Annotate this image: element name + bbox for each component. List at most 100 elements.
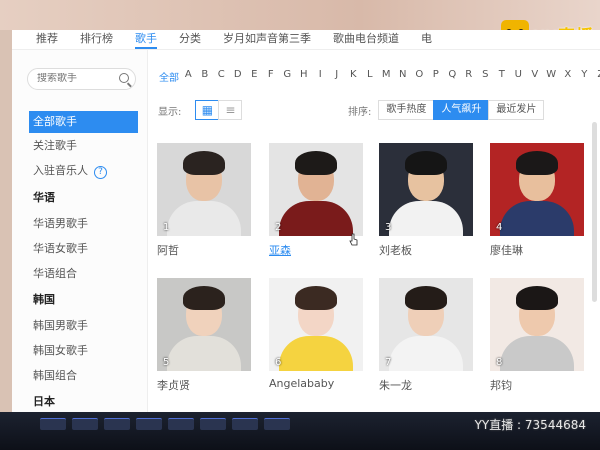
display-label: 显示: [158,106,182,118]
keyboard-key [200,418,226,430]
artist-photo[interactable]: 8 [490,278,584,371]
artist-card[interactable]: 8 邦钧 [490,278,584,393]
letter-filter-16[interactable]: P [428,69,445,84]
sidebar-label: 韩国女歌手 [33,344,88,357]
keyboard-key [72,418,98,430]
letter-filter-19[interactable]: S [477,69,494,84]
artist-photo[interactable]: 3 [379,143,473,236]
artist-card[interactable]: 1 阿哲 [157,143,251,258]
letter-filter-22[interactable]: V [527,69,544,84]
sidebar-item-10[interactable]: 韩国组合 [29,365,138,387]
letter-filter-6[interactable]: F [263,69,280,84]
sidebar-item-2[interactable]: 入驻音乐人? [29,160,138,182]
artist-card[interactable]: 5 李贞贤 [157,278,251,393]
letter-filter-10[interactable]: J [329,69,346,84]
letter-filter-18[interactable]: R [461,69,478,84]
letter-filter-15[interactable]: O [411,69,428,84]
sidebar-label: 韩国男歌手 [33,319,88,332]
artist-name[interactable]: 刘老板 [379,242,473,258]
rank-number: 2 [275,222,282,233]
rank-number: 8 [496,357,503,368]
letter-filter-14[interactable]: N [395,69,412,84]
tab-0[interactable]: 推荐 [36,30,58,49]
sidebar-item-8[interactable]: 韩国男歌手 [29,315,138,337]
artist-name[interactable]: 李贞贤 [157,377,251,393]
grid-view-icon[interactable]: ▦ [195,100,220,120]
help-icon[interactable]: ? [94,166,107,179]
keyboard-key [104,418,130,430]
artist-photo[interactable]: 1 [157,143,251,236]
tab-2[interactable]: 歌手 [135,30,157,49]
artist-card[interactable]: 3 刘老板 [379,143,473,258]
letter-filter-11[interactable]: K [345,69,362,84]
artist-name[interactable]: 朱一龙 [379,377,473,393]
letter-filter-9[interactable]: I [312,69,329,84]
search-input[interactable] [37,73,117,84]
room-id-text: YY直播 : 73544684 [474,418,586,432]
letter-filter-17[interactable]: Q [444,69,461,84]
tab-4[interactable]: 岁月如声音第三季 [223,30,311,49]
sidebar-label: 华语 [33,191,55,204]
artist-name[interactable]: 邦钧 [490,377,584,393]
tab-1[interactable]: 排行榜 [80,30,113,49]
keyboard-key [232,418,258,430]
letter-filter-4[interactable]: D [230,69,247,84]
sidebar-item-6[interactable]: 华语组合 [29,263,138,285]
photo-body [389,336,463,371]
artist-name[interactable]: 阿哲 [157,242,251,258]
artist-photo[interactable]: 2 [269,143,363,236]
sidebar-item-5[interactable]: 华语女歌手 [29,238,138,260]
photo-hair [183,286,225,310]
scrollbar[interactable] [592,122,597,302]
search-icon[interactable] [119,73,129,83]
sidebar-item-9[interactable]: 韩国女歌手 [29,340,138,362]
letter-filter-23[interactable]: W [543,69,560,84]
list-view-icon[interactable]: ≡ [218,100,243,120]
letter-filter-5[interactable]: E [246,69,263,84]
letter-filter-24[interactable]: X [560,69,577,84]
artist-card[interactable]: 6 Angelababy [269,278,363,390]
artist-name[interactable]: 廖佳琳 [490,242,584,258]
artist-photo[interactable]: 7 [379,278,473,371]
sidebar-item-1[interactable]: 关注歌手 [29,135,138,157]
rank-number: 7 [385,357,392,368]
letter-filter-8[interactable]: H [296,69,313,84]
letter-filter-0[interactable]: 全部 [158,69,180,84]
artist-name[interactable]: Angelababy [269,377,363,390]
music-app-window: 推荐 排行榜 歌手 分类 岁月如声音第三季 歌曲电台频道 电 全部歌手关注歌手入驻音乐人? 华… [12,30,600,436]
letter-filter-1[interactable]: A [180,69,197,84]
photo-hair [405,151,447,175]
letter-filter-21[interactable]: U [510,69,527,84]
rank-number: 6 [275,357,282,368]
artist-search[interactable] [27,68,136,90]
letter-filter-25[interactable]: Y [576,69,593,84]
sort-button-1[interactable]: 人气飙升 [433,100,490,120]
photo-hair [295,151,337,175]
letter-filter-2[interactable]: B [197,69,214,84]
letter-filter-13[interactable]: M [378,69,395,84]
photo-body [279,201,353,236]
photo-body [500,336,574,371]
letter-filter-20[interactable]: T [494,69,511,84]
sort-button-2[interactable]: 最近发片 [488,100,545,120]
artist-photo[interactable]: 6 [269,278,363,371]
letter-filter-12[interactable]: L [362,69,379,84]
sort-button-0[interactable]: 歌手热度 [378,100,435,120]
tab-5[interactable]: 歌曲电台频道 [333,30,399,49]
letter-filter-3[interactable]: C [213,69,230,84]
letter-filter-26[interactable]: Z [593,69,600,84]
tab-6[interactable]: 电 [421,30,432,49]
artist-card[interactable]: 7 朱一龙 [379,278,473,393]
artist-card[interactable]: 4 廖佳琳 [490,143,584,258]
photo-hair [516,286,558,310]
photo-body [279,336,353,371]
tab-3[interactable]: 分类 [179,30,201,49]
letter-filter-7[interactable]: G [279,69,296,84]
sidebar-section-3: 华语 [29,187,138,209]
photo-body [167,336,241,371]
sidebar-section-7: 韩国 [29,289,138,311]
sidebar-item-4[interactable]: 华语男歌手 [29,213,138,235]
artist-photo[interactable]: 5 [157,278,251,371]
sidebar-item-0[interactable]: 全部歌手 [29,111,138,133]
artist-photo[interactable]: 4 [490,143,584,236]
